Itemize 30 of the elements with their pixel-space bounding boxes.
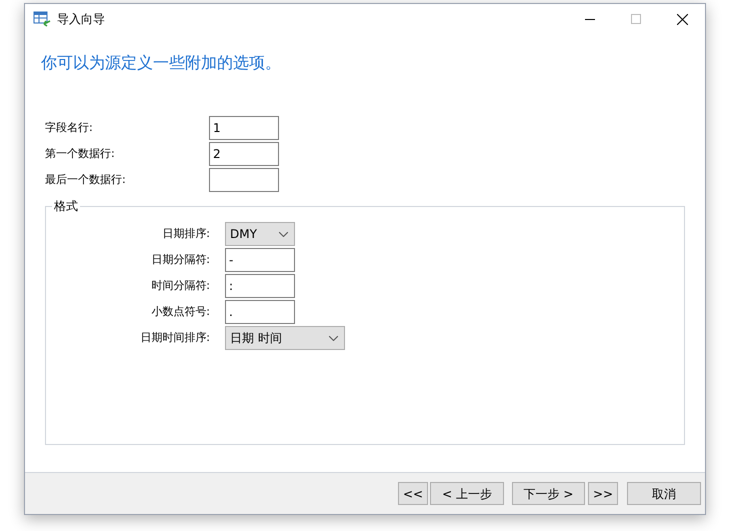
wizard-button[interactable]: 取消: [627, 482, 701, 505]
wizard-button[interactable]: 下一步 >: [512, 482, 585, 505]
group-title: 格式: [52, 198, 80, 214]
input-field[interactable]: -: [225, 248, 295, 272]
input-field[interactable]: :: [225, 274, 295, 298]
maximize-icon: [631, 14, 641, 24]
minimize-icon: [585, 18, 595, 20]
input-field[interactable]: 1: [209, 116, 279, 140]
table-import-icon: [33, 11, 51, 27]
field-label: 最后一个数据行:: [45, 172, 127, 188]
input-field[interactable]: 2: [209, 142, 279, 166]
input-field[interactable]: .: [225, 300, 295, 324]
chevron-down-icon: [329, 336, 338, 340]
window-title: 导入向导: [57, 11, 105, 28]
wizard-button[interactable]: <<: [398, 482, 428, 505]
close-icon: [676, 14, 688, 24]
wizard-button[interactable]: >>: [588, 482, 618, 505]
page-heading: 你可以为源定义一些附加的选项。: [41, 52, 282, 74]
field-label: 第一个数据行:: [45, 146, 116, 162]
field-label: 日期时间排序:: [139, 330, 211, 346]
field-label: 日期分隔符:: [150, 252, 211, 268]
field-label: 时间分隔符:: [150, 278, 211, 294]
input-field[interactable]: [209, 168, 279, 192]
field-label: 字段名行:: [45, 120, 94, 136]
dropdown[interactable]: DMY: [225, 222, 295, 246]
wizard-button[interactable]: < 上一步: [430, 482, 504, 505]
field-label: 日期排序:: [161, 226, 211, 242]
chevron-down-icon: [279, 232, 288, 236]
field-label: 小数点符号:: [150, 304, 211, 320]
dropdown[interactable]: 日期 时间: [225, 326, 345, 350]
